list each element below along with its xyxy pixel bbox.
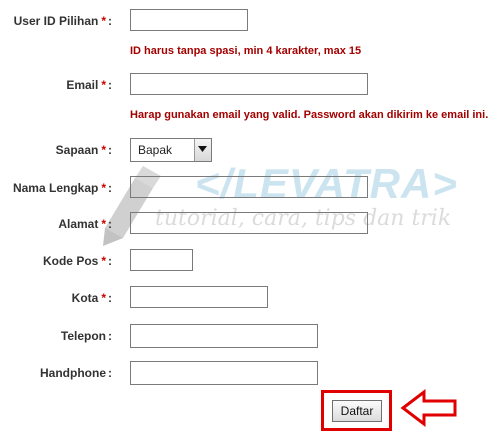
sapaan-selected-value: Bapak — [138, 143, 173, 157]
email-input[interactable] — [130, 73, 368, 95]
row-kodepos: Kode Pos * : — [0, 249, 500, 273]
row-email: Email * : — [0, 73, 500, 97]
userid-input[interactable] — [130, 9, 248, 31]
telepon-label: Telepon — [60, 329, 106, 343]
kota-input[interactable] — [130, 286, 268, 308]
daftar-button[interactable]: Daftar — [332, 400, 382, 422]
email-hint: Harap gunakan email yang valid. Password… — [130, 109, 489, 121]
dropdown-arrow-button[interactable] — [194, 139, 211, 161]
row-alamat: Alamat * : — [0, 212, 500, 236]
nama-label: Nama Lengkap * — [12, 181, 106, 195]
alamat-input[interactable] — [130, 212, 368, 234]
row-handphone: Handphone : — [0, 361, 500, 385]
colon: : — [108, 366, 112, 380]
sapaan-select[interactable]: Bapak — [130, 138, 212, 162]
row-nama: Nama Lengkap * : — [0, 176, 500, 200]
chevron-down-icon — [198, 146, 207, 152]
colon: : — [108, 181, 112, 195]
kodepos-input[interactable] — [130, 249, 193, 271]
nama-input[interactable] — [130, 176, 368, 198]
email-label: Email * — [66, 78, 106, 92]
colon: : — [108, 291, 112, 305]
row-kota: Kota * : — [0, 286, 500, 310]
alamat-label: Alamat * — [58, 217, 106, 231]
handphone-input[interactable] — [130, 361, 318, 385]
colon: : — [108, 254, 112, 268]
arrow-left-icon — [400, 388, 457, 428]
row-userid: User ID Pilihan * : — [0, 9, 500, 33]
colon: : — [108, 217, 112, 231]
colon: : — [108, 78, 112, 92]
submit-highlight-box: Daftar — [321, 390, 392, 431]
kota-label: Kota * — [71, 291, 106, 305]
colon: : — [108, 14, 112, 28]
handphone-label: Handphone — [40, 366, 106, 380]
row-sapaan: Sapaan * : Bapak — [0, 138, 500, 162]
row-telepon: Telepon : — [0, 324, 500, 348]
colon: : — [108, 143, 112, 157]
kodepos-label: Kode Pos * — [42, 254, 106, 268]
colon: : — [108, 329, 112, 343]
sapaan-label: Sapaan * — [55, 143, 106, 157]
userid-label: User ID Pilihan * — [13, 14, 106, 28]
userid-hint: ID harus tanpa spasi, min 4 karakter, ma… — [130, 45, 362, 57]
telepon-input[interactable] — [130, 324, 318, 348]
